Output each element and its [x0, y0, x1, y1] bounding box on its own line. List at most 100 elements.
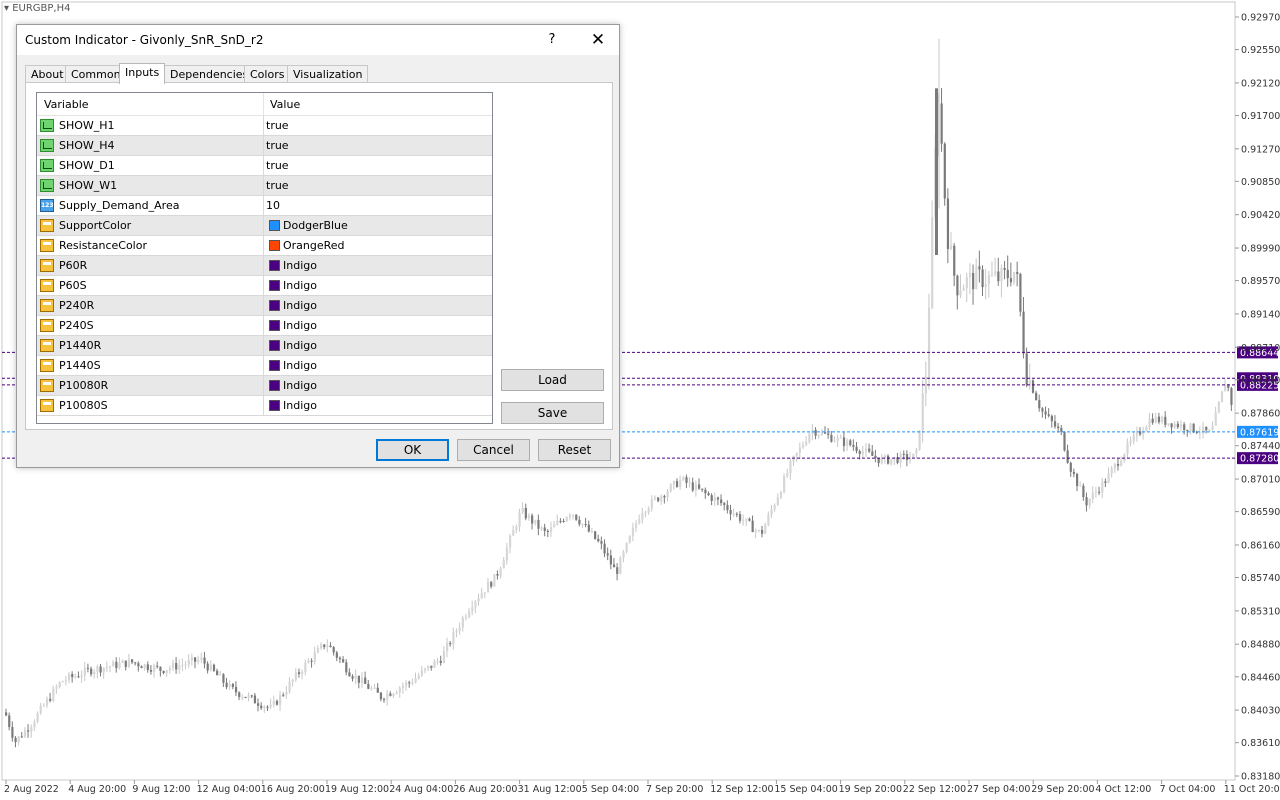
- table-row[interactable]: P240R Indigo: [37, 296, 492, 316]
- tab-common[interactable]: Common: [65, 65, 127, 83]
- candle-body: [291, 679, 294, 682]
- candle-body: [348, 672, 351, 677]
- help-button[interactable]: ?: [537, 27, 567, 53]
- variable-value[interactable]: Indigo: [283, 299, 317, 312]
- color-swatch: [269, 360, 280, 371]
- candle-body: [483, 592, 486, 594]
- candle-body: [231, 684, 234, 687]
- variable-value[interactable]: Indigo: [283, 259, 317, 272]
- candle-body: [1132, 435, 1135, 441]
- candle-body: [723, 503, 726, 505]
- candle-body: [653, 497, 657, 499]
- table-row[interactable]: P10080R Indigo: [37, 376, 492, 396]
- candle-body: [181, 664, 184, 666]
- color-swatch: [269, 260, 280, 271]
- ok-button[interactable]: OK: [376, 439, 449, 461]
- candle-body: [691, 482, 694, 491]
- candle-body: [943, 143, 946, 199]
- candle-body: [990, 274, 994, 276]
- variable-value[interactable]: Indigo: [283, 279, 317, 292]
- int-param-icon: 123: [40, 199, 54, 212]
- cell-divider: [263, 316, 264, 336]
- variable-value[interactable]: DodgerBlue: [283, 219, 348, 232]
- candle-body: [124, 660, 127, 667]
- price-label: 0.91700: [1241, 111, 1280, 122]
- table-row[interactable]: P240S Indigo: [37, 316, 492, 336]
- candle-body: [71, 674, 74, 678]
- candle-body: [880, 457, 883, 464]
- candle-body: [83, 667, 86, 676]
- column-variable[interactable]: Variable: [44, 98, 89, 111]
- candle-body: [310, 660, 313, 662]
- table-row[interactable]: SHOW_W1 true: [37, 176, 492, 196]
- tab-about[interactable]: About: [25, 65, 70, 83]
- candle-body: [200, 657, 203, 660]
- candle-body: [1031, 380, 1035, 393]
- table-row[interactable]: P10080S Indigo: [37, 396, 492, 416]
- candle-body: [11, 727, 14, 738]
- candle-body: [39, 705, 42, 714]
- table-row[interactable]: SHOW_D1 true: [37, 156, 492, 176]
- color-param-icon: [40, 319, 54, 332]
- variable-value[interactable]: Indigo: [283, 319, 317, 332]
- candle-body: [940, 103, 943, 144]
- tab-colors[interactable]: Colors: [244, 65, 291, 83]
- candle-body: [761, 530, 764, 534]
- close-button[interactable]: ✕: [583, 27, 613, 53]
- tab-inputs[interactable]: Inputs: [119, 63, 166, 84]
- price-label: 0.87860: [1241, 409, 1280, 420]
- cell-divider: [263, 276, 264, 296]
- candle-body: [430, 665, 433, 668]
- candle-body: [1176, 423, 1179, 428]
- candle-body: [417, 675, 420, 679]
- candle-body: [386, 693, 389, 700]
- tab-dependencies[interactable]: Dependencies: [164, 65, 255, 83]
- candle-body: [332, 647, 335, 653]
- table-row[interactable]: 123 Supply_Demand_Area 10: [37, 196, 492, 216]
- candle-body: [244, 696, 247, 698]
- cell-divider: [263, 396, 264, 416]
- tab-visualization[interactable]: Visualization: [287, 65, 369, 83]
- variable-value[interactable]: true: [266, 159, 289, 172]
- save-button[interactable]: Save: [501, 402, 604, 424]
- variable-value[interactable]: Indigo: [283, 359, 317, 372]
- time-label: 7 Sep 20:00: [646, 784, 703, 795]
- table-row[interactable]: ResistanceColor OrangeRed: [37, 236, 492, 256]
- table-row[interactable]: P1440R Indigo: [37, 336, 492, 356]
- candle-body: [1164, 416, 1167, 425]
- cell-divider: [263, 296, 264, 316]
- variable-value[interactable]: Indigo: [283, 379, 317, 392]
- table-row[interactable]: P60S Indigo: [37, 276, 492, 296]
- candle-body: [370, 688, 373, 690]
- table-row[interactable]: SHOW_H1 true: [37, 116, 492, 136]
- table-row[interactable]: P60R Indigo: [37, 256, 492, 276]
- table-row[interactable]: SupportColor DodgerBlue: [37, 216, 492, 236]
- candle-body: [754, 530, 757, 533]
- candle-body: [575, 514, 578, 520]
- variable-value[interactable]: 10: [266, 199, 280, 212]
- variable-value[interactable]: OrangeRed: [283, 239, 345, 252]
- variable-value[interactable]: true: [266, 139, 289, 152]
- variable-value[interactable]: Indigo: [283, 399, 317, 412]
- variable-value[interactable]: true: [266, 119, 289, 132]
- load-button[interactable]: Load: [501, 369, 604, 391]
- candle-body: [565, 517, 568, 522]
- candle-body: [1126, 442, 1129, 455]
- cancel-button[interactable]: Cancel: [457, 439, 530, 461]
- candle-body: [606, 553, 609, 556]
- candle-body: [146, 664, 149, 670]
- reset-button[interactable]: Reset: [538, 439, 611, 461]
- variable-value[interactable]: Indigo: [283, 339, 317, 352]
- column-value[interactable]: Value: [270, 98, 300, 111]
- table-row[interactable]: P1440S Indigo: [37, 356, 492, 376]
- candle-body: [127, 659, 131, 667]
- price-label: 0.87440: [1241, 441, 1280, 452]
- table-row[interactable]: SHOW_H4 true: [37, 136, 492, 156]
- candle-body: [401, 685, 405, 689]
- variable-name: P60R: [59, 259, 88, 272]
- candle-body: [1028, 380, 1031, 385]
- variable-value[interactable]: true: [266, 179, 289, 192]
- inputs-table[interactable]: Variable Value SHOW_H1 true SHOW_H4 true SHO…: [36, 92, 493, 424]
- candle-body: [433, 661, 436, 668]
- candle-body: [679, 479, 682, 487]
